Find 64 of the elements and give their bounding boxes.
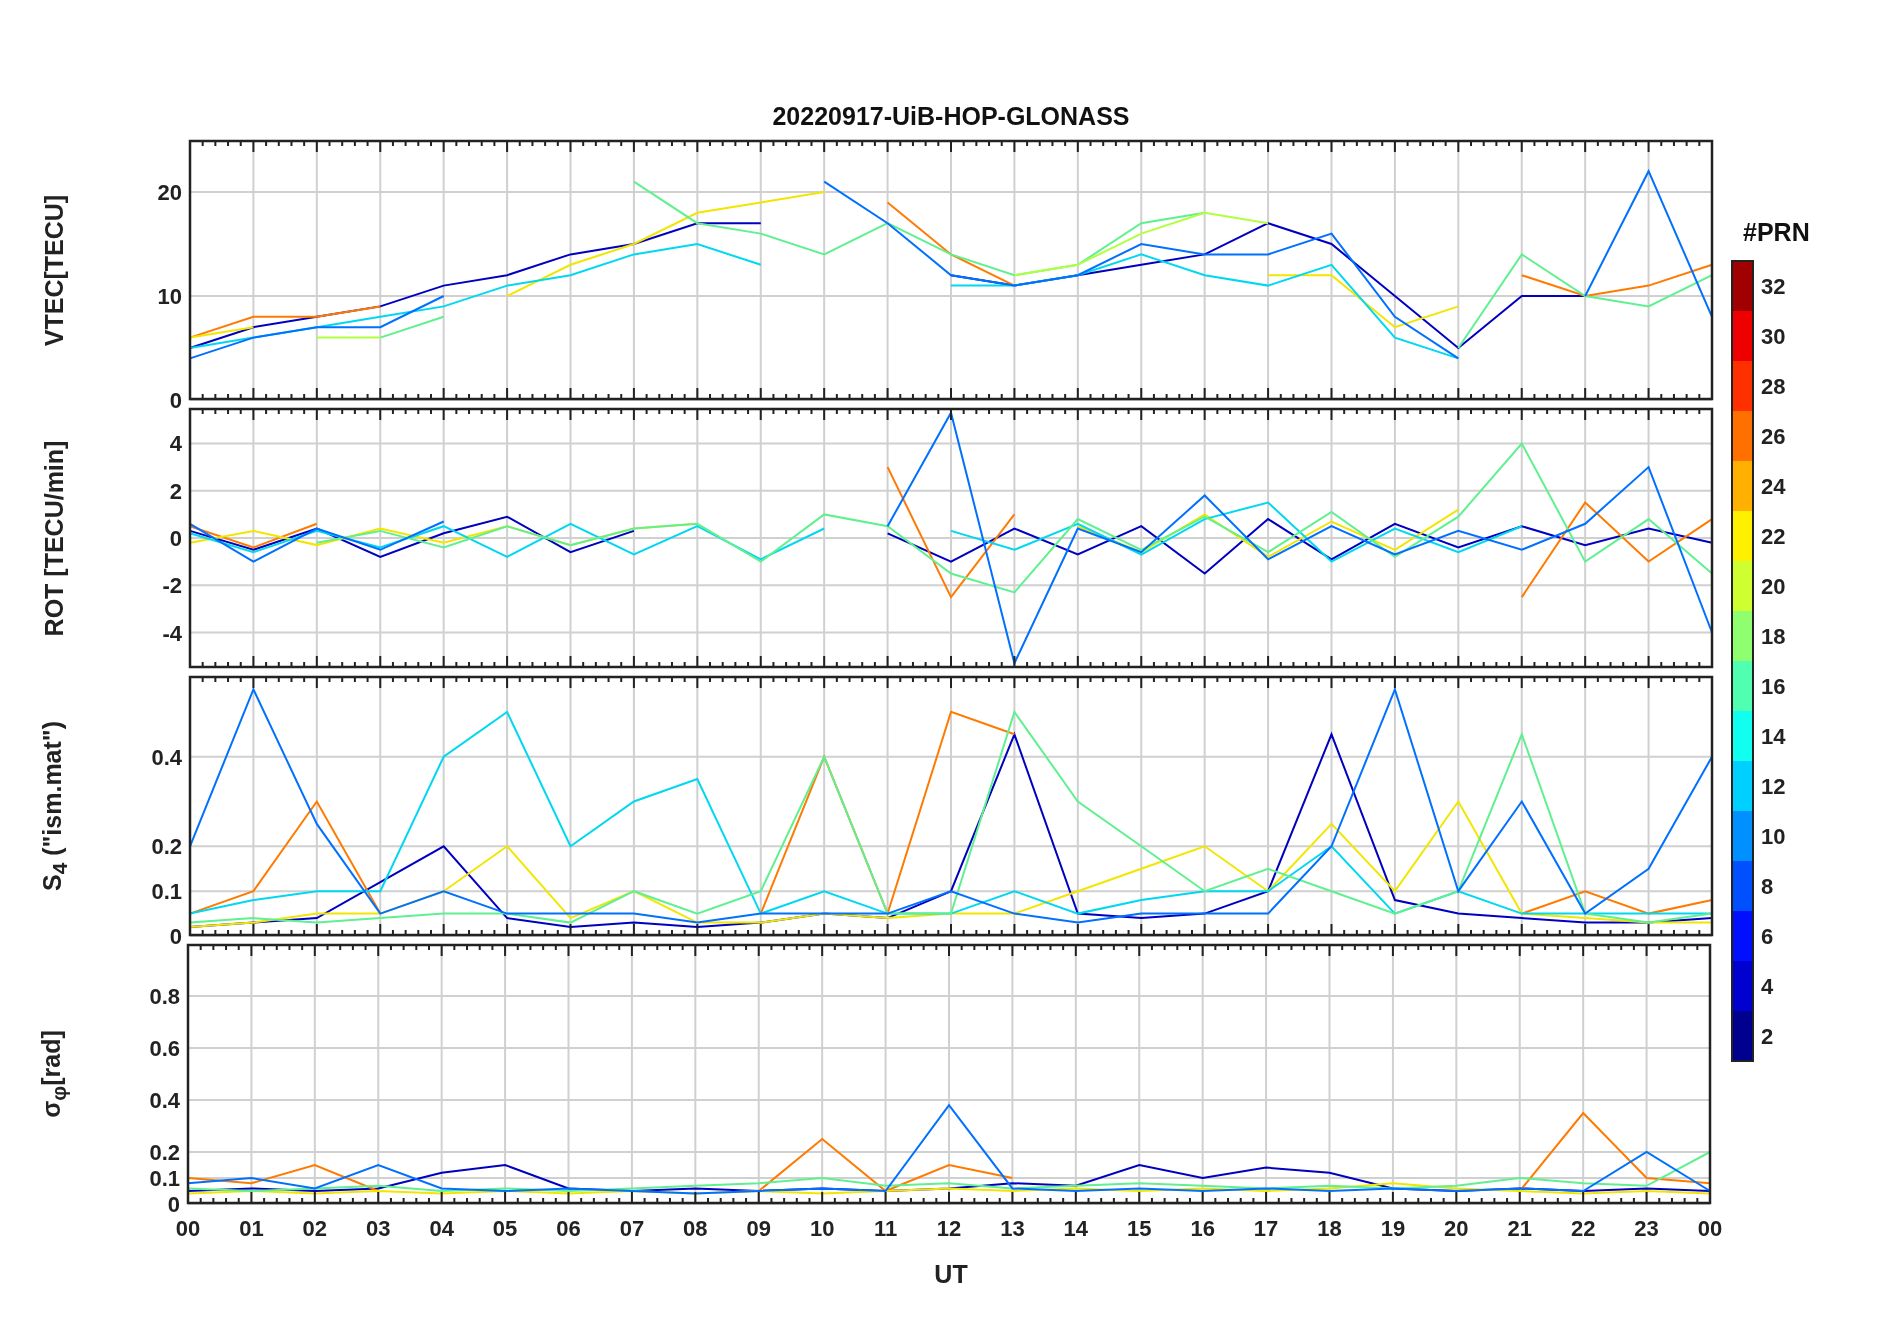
tick-label: 00	[175, 1216, 201, 1241]
tick-label: 2	[1761, 1024, 1774, 1049]
tick-label: 0.1	[149, 1166, 180, 1191]
chart-title: 20220917-UiB-HOP-GLONASS	[771, 101, 1131, 132]
tick-label: 12	[1761, 774, 1786, 799]
tick-label: 20	[1444, 1216, 1469, 1241]
tick-label: 11	[873, 1216, 898, 1241]
tick-label: 0.2	[151, 834, 182, 860]
tick-label: 14	[1063, 1216, 1089, 1241]
axis-label: ROT [TECU/min]	[40, 440, 70, 636]
tick-label: -4	[162, 620, 182, 646]
tick-label: 05	[492, 1216, 518, 1241]
tick-label: 4	[169, 431, 182, 457]
tick-label: 10	[157, 284, 182, 309]
tick-label: 18	[1317, 1216, 1342, 1241]
tick-label: 0.2	[149, 1140, 180, 1165]
tick-label: 4	[1761, 974, 1774, 999]
tick-label: 07	[619, 1216, 645, 1241]
tick-label: 6	[1761, 924, 1774, 949]
tick-label: 20	[1761, 574, 1786, 599]
tick-label: 19	[1380, 1216, 1406, 1241]
colorbar-label: #PRN	[1743, 218, 1811, 248]
tick-label: 0	[169, 388, 182, 413]
tick-label: 0.6	[149, 1036, 180, 1061]
tick-label: 0	[169, 526, 182, 551]
tick-label: 23	[1634, 1216, 1659, 1241]
tick-label: 16	[1761, 674, 1786, 699]
tick-label: 08	[683, 1216, 708, 1241]
tick-label: 26	[1761, 424, 1786, 449]
tick-label: -2	[162, 573, 182, 599]
tick-label: 04	[429, 1216, 454, 1241]
tick-label: 16	[1190, 1216, 1215, 1241]
tick-label: 20	[157, 180, 182, 205]
tick-label: 01	[239, 1216, 264, 1241]
tick-label: 28	[1761, 374, 1786, 399]
tick-label: 18	[1761, 624, 1786, 649]
tick-label: 17	[1253, 1216, 1279, 1241]
axis-label: VTEC[TECU]	[40, 194, 70, 346]
tick-label: 22	[1570, 1216, 1596, 1241]
tick-label: 15	[1127, 1216, 1152, 1241]
tick-label: 0	[167, 1192, 180, 1217]
tick-label: 2	[169, 478, 182, 504]
tick-label: 24	[1761, 474, 1786, 499]
tick-label: 09	[746, 1216, 771, 1241]
tick-label: 06	[556, 1216, 581, 1241]
tick-label: 03	[366, 1216, 391, 1241]
tick-label: 13	[1000, 1216, 1025, 1241]
tick-label: 0.1	[151, 879, 182, 905]
tick-label: 0.8	[149, 984, 180, 1009]
tick-label: 22	[1761, 524, 1786, 549]
tick-label: 21	[1507, 1216, 1532, 1241]
tick-label: 12	[936, 1216, 962, 1241]
tick-label: 10	[809, 1216, 835, 1241]
tick-label: 10	[1761, 824, 1786, 849]
tick-label: 02	[302, 1216, 328, 1241]
tick-label: 8	[1761, 874, 1774, 899]
axis-label: UT	[933, 1260, 969, 1289]
tick-label: 0.4	[149, 1088, 180, 1113]
tick-label: 30	[1761, 324, 1786, 349]
tick-label: 0	[169, 924, 182, 949]
tick-label: 0.4	[151, 744, 182, 770]
tick-label: 00	[1697, 1216, 1723, 1241]
tick-label: 14	[1761, 724, 1786, 749]
tick-label: 32	[1761, 274, 1786, 299]
